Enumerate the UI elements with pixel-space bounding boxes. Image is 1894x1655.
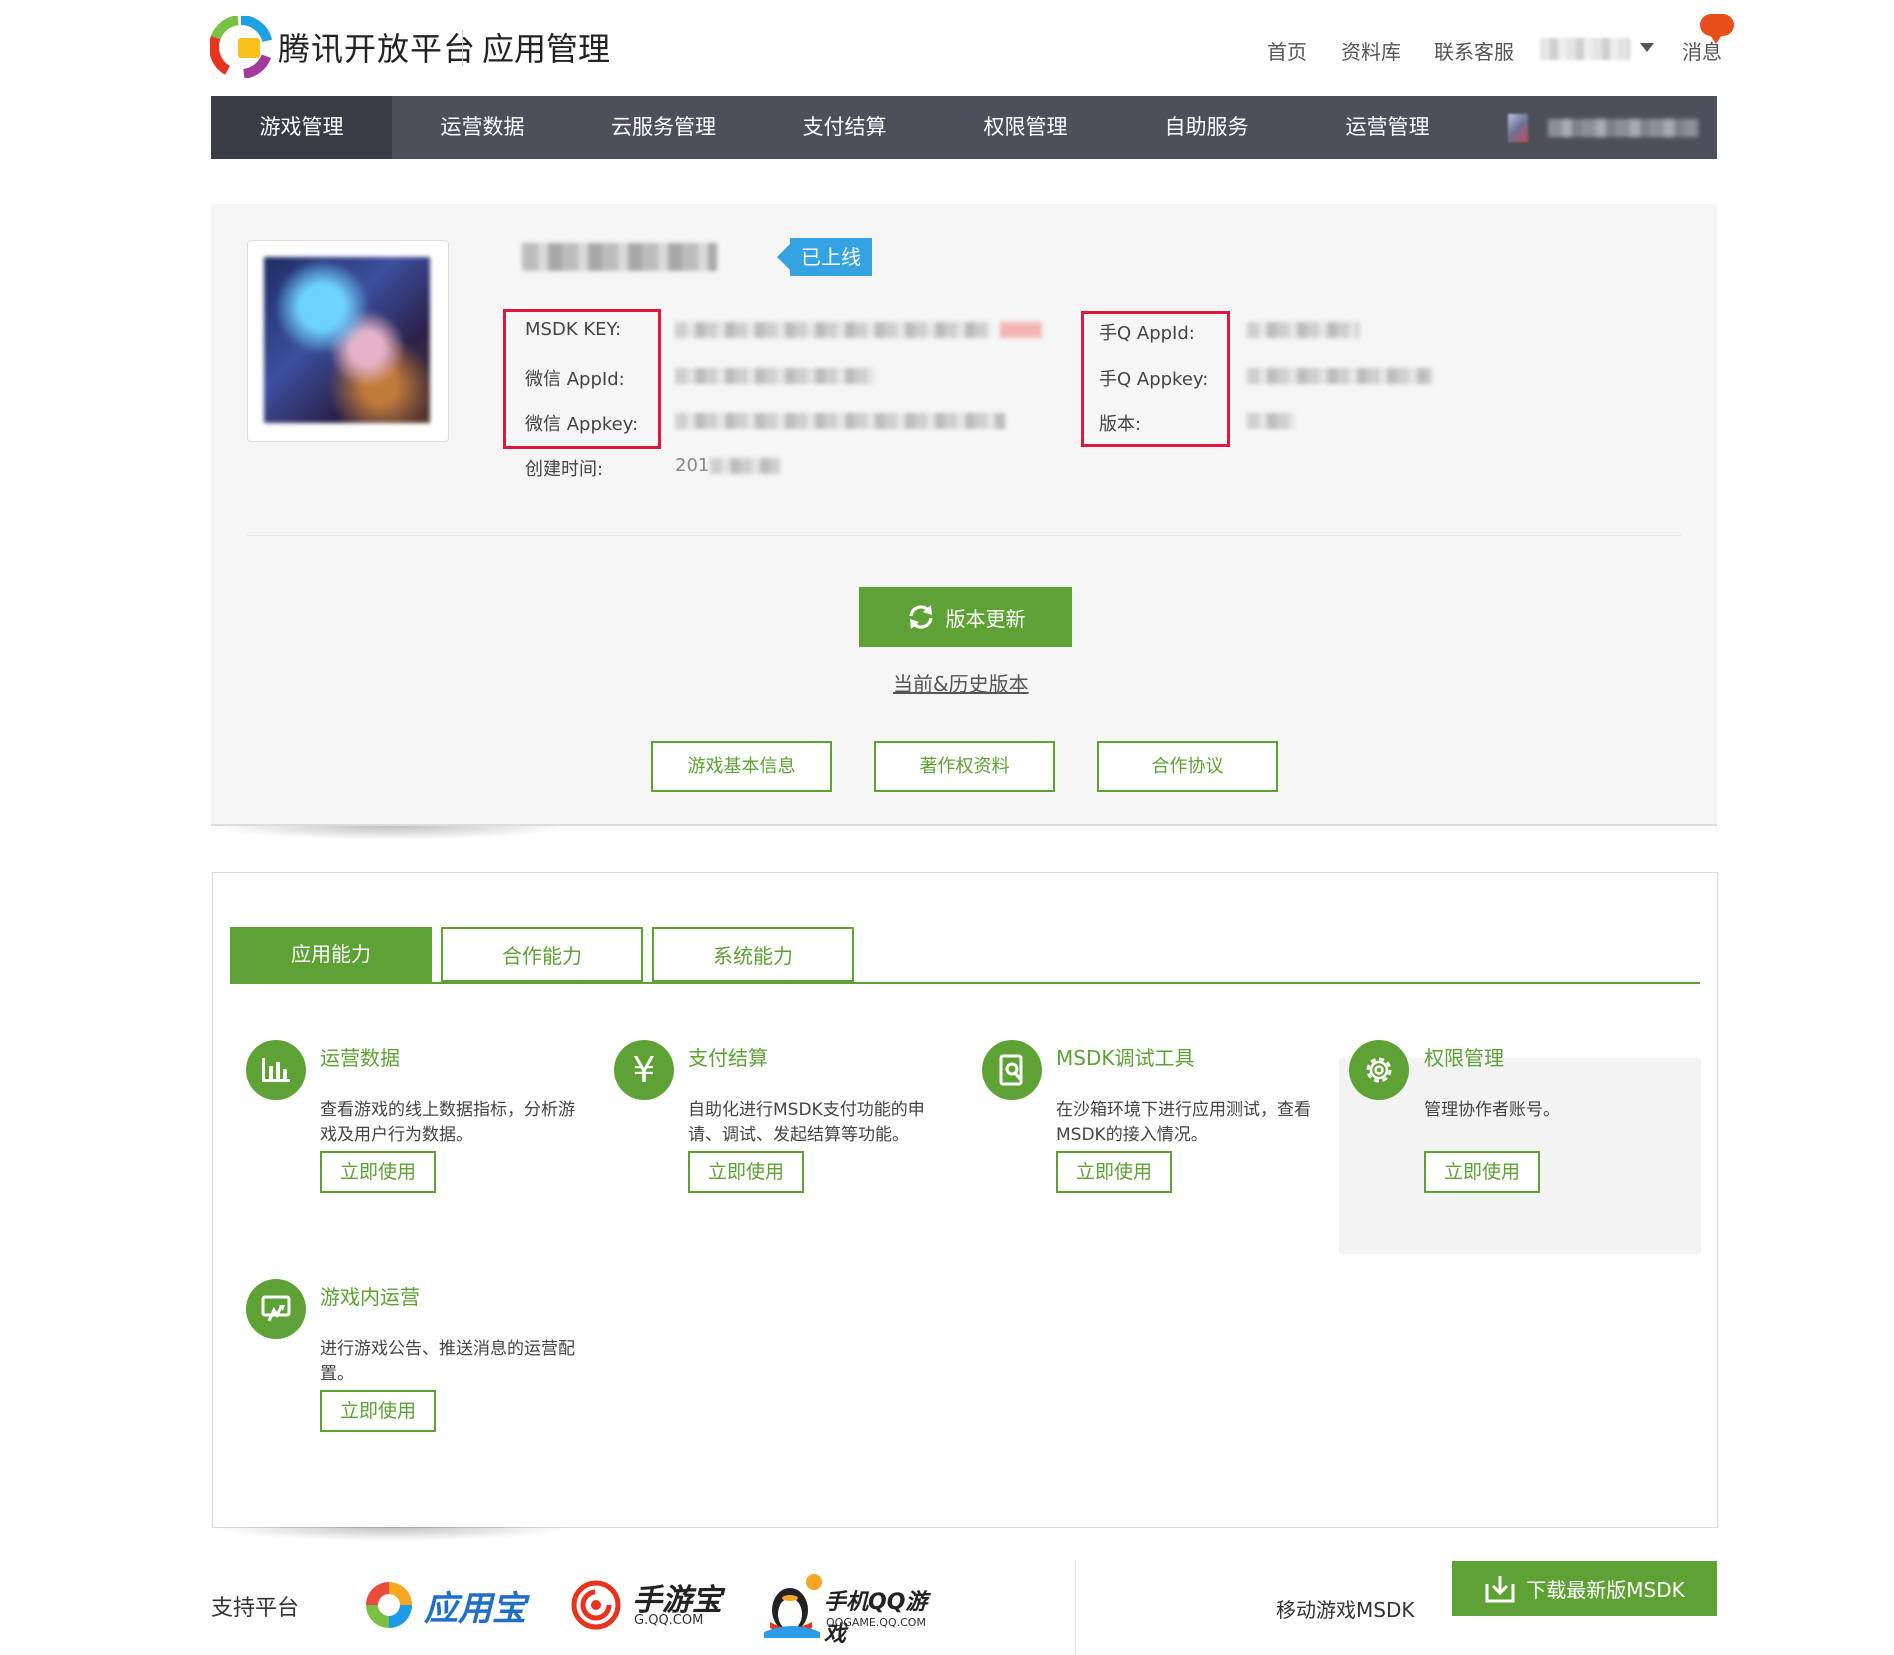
use-button-payment[interactable]: 立即使用 [688, 1151, 804, 1193]
card-desc-permissions: 管理协作者账号。 [1424, 1100, 1560, 1120]
version-history-link[interactable]: 当前&历史版本 [893, 668, 1029, 697]
debug-tool-icon [982, 1040, 1042, 1100]
yen-icon: ¥ [614, 1040, 674, 1100]
use-button-msdk-debug[interactable]: 立即使用 [1056, 1151, 1172, 1193]
msdk-key-suffix-redacted [1000, 322, 1042, 338]
created-value-prefix: 201 [675, 455, 710, 476]
qqgame-logo[interactable]: 手机QQ游戏 QQGAME.QQ.COM [762, 1572, 937, 1647]
panel-shadow [211, 1527, 571, 1541]
card-title-ops-data[interactable]: 运营数据 [320, 1042, 400, 1071]
agreement-button[interactable]: 合作协议 [1097, 741, 1278, 792]
nav-item-game-management[interactable]: 游戏管理 [211, 96, 392, 159]
tab-system-capability[interactable]: 系统能力 [652, 927, 854, 982]
main-nav: 游戏管理 运营数据 云服务管理 支付结算 权限管理 自助服务 运营管理 [211, 96, 1717, 159]
nav-item-cloud-services[interactable]: 云服务管理 [573, 96, 754, 159]
brand-name[interactable]: 腾讯开放平台 [278, 24, 476, 70]
syb-url-text: G.QQ.COM [634, 1613, 704, 1628]
qq-appid-value-redacted [1247, 322, 1359, 338]
card-title-msdk-debug[interactable]: MSDK调试工具 [1056, 1042, 1194, 1071]
label-wx-appkey: 微信 Appkey: [525, 414, 639, 435]
version-update-button[interactable]: 版本更新 [859, 587, 1072, 647]
section-title: 应用管理 [482, 30, 611, 68]
qq-appkey-value-redacted [1247, 368, 1432, 384]
download-icon [1485, 1575, 1515, 1602]
wx-appid-value-redacted [675, 368, 875, 384]
nav-account-switcher[interactable] [1478, 96, 1698, 159]
use-button-ops-data[interactable]: 立即使用 [320, 1151, 436, 1193]
qqgame-url-text: QQGAME.QQ.COM [826, 1616, 926, 1629]
card-desc-ops-data: 查看游戏的线上数据指标，分析游戏及用户行为数据。 [320, 1100, 575, 1145]
download-msdk-button[interactable]: 下载最新版MSDK [1452, 1561, 1717, 1616]
account-avatar [1508, 113, 1528, 142]
label-qq-appid: 手Q AppId: [1099, 323, 1195, 344]
message-badge-icon[interactable] [1700, 14, 1734, 44]
nav-item-payment[interactable]: 支付结算 [754, 96, 935, 159]
yyb-logo-icon [366, 1582, 412, 1628]
nav-item-operations-data[interactable]: 运营数据 [392, 96, 573, 159]
in-game-ops-icon [246, 1279, 306, 1339]
download-msdk-label: 下载最新版MSDK [1526, 1578, 1685, 1602]
top-link-support[interactable]: 联系客服 [1434, 36, 1514, 65]
version-update-label: 版本更新 [945, 606, 1026, 631]
app-name-redacted [522, 243, 717, 271]
created-value-redacted [710, 458, 780, 474]
tab-partner-capability[interactable]: 合作能力 [441, 927, 643, 982]
label-msdk-key: MSDK KEY: [525, 319, 622, 340]
nav-item-permissions[interactable]: 权限管理 [935, 96, 1116, 159]
game-info-button[interactable]: 游戏基本信息 [651, 741, 832, 792]
use-button-permissions[interactable]: 立即使用 [1424, 1151, 1540, 1193]
support-platforms-label: 支持平台 [211, 1596, 300, 1621]
nav-item-self-service[interactable]: 自助服务 [1116, 96, 1297, 159]
card-desc-msdk-debug: 在沙箱环境下进行应用测试，查看MSDK的接入情况。 [1056, 1100, 1311, 1145]
card-title-payment[interactable]: 支付结算 [688, 1042, 768, 1071]
tencent-logo-icon[interactable] [208, 15, 273, 79]
yyb-logo-text: 应用宝 [424, 1588, 526, 1629]
refresh-icon [908, 605, 933, 629]
msdk-key-value-redacted [675, 322, 990, 338]
label-wx-appid: 微信 AppId: [525, 369, 625, 390]
card-title-permissions[interactable]: 权限管理 [1424, 1042, 1504, 1071]
panel-shadow [211, 826, 571, 840]
tab-underline [230, 982, 1700, 984]
msdk-label: 移动游戏MSDK [1276, 1598, 1415, 1622]
user-name-redacted[interactable] [1540, 38, 1630, 60]
card-desc-in-game-ops: 进行游戏公告、推送消息的运营配置。 [320, 1339, 575, 1384]
tab-app-capability[interactable]: 应用能力 [230, 927, 432, 982]
status-badge: 已上线 [777, 238, 872, 276]
qq-penguin-icon [764, 1574, 822, 1638]
card-title-in-game-ops[interactable]: 游戏内运营 [320, 1281, 420, 1310]
wx-appkey-value-redacted [675, 413, 1005, 429]
brand-divider [462, 30, 463, 66]
use-button-in-game-ops[interactable]: 立即使用 [320, 1390, 436, 1432]
label-created: 创建时间: [525, 459, 604, 480]
syb-spiral-icon [571, 1580, 621, 1630]
top-link-docs[interactable]: 资料库 [1341, 36, 1401, 65]
chevron-down-icon[interactable] [1640, 43, 1654, 52]
app-icon-image [264, 257, 430, 423]
nav-item-operations-management[interactable]: 运营管理 [1297, 96, 1478, 159]
label-version: 版本: [1099, 414, 1142, 435]
copyright-button[interactable]: 著作权资料 [874, 741, 1055, 792]
card-desc-payment: 自助化进行MSDK支付功能的申请、调试、发起结算等功能。 [688, 1100, 925, 1145]
syb-logo[interactable]: 手游宝 G.QQ.COM [570, 1573, 730, 1637]
label-qq-appkey: 手Q Appkey: [1099, 369, 1209, 390]
info-divider [247, 535, 1681, 536]
footer-divider [1075, 1560, 1076, 1655]
bar-chart-icon [246, 1040, 306, 1100]
gear-icon [1349, 1040, 1409, 1100]
top-link-home[interactable]: 首页 [1267, 36, 1307, 65]
version-value-redacted [1247, 413, 1295, 429]
yyb-logo[interactable]: 应用宝 [362, 1575, 537, 1635]
account-name-redacted [1548, 118, 1698, 137]
